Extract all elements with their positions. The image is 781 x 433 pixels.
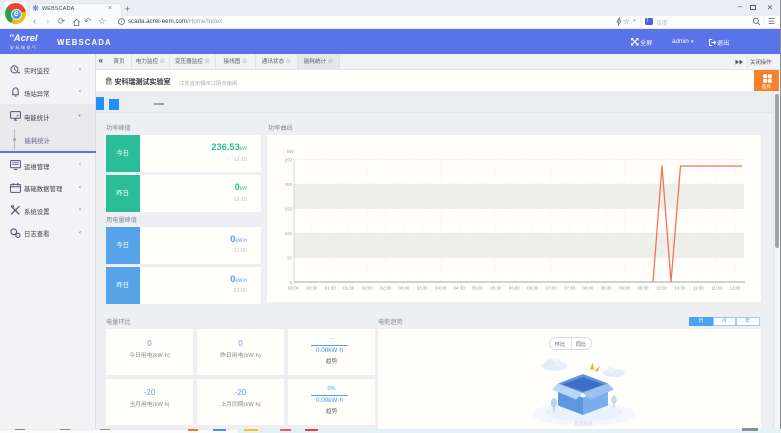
- svg-text:05:30: 05:30: [490, 285, 502, 290]
- svg-text:250: 250: [285, 157, 293, 162]
- svg-text:04:00: 04:00: [435, 285, 447, 290]
- svg-text:11:30: 11:30: [711, 285, 722, 290]
- svg-text:09:00: 09:00: [619, 285, 631, 290]
- svg-text:07:00: 07:00: [546, 285, 558, 290]
- svg-text:01:30: 01:30: [343, 285, 355, 290]
- svg-text:03:00: 03:00: [398, 285, 410, 290]
- svg-text:07:30: 07:30: [564, 285, 576, 290]
- svg-text:150: 150: [285, 206, 293, 211]
- svg-text:06:30: 06:30: [527, 285, 539, 290]
- svg-text:00:00: 00:00: [288, 285, 300, 290]
- svg-text:09:30: 09:30: [638, 285, 650, 290]
- svg-text:200: 200: [285, 181, 293, 186]
- svg-text:0: 0: [290, 279, 293, 284]
- svg-text:06:00: 06:00: [509, 285, 521, 290]
- svg-text:100: 100: [285, 230, 293, 235]
- svg-text:04:30: 04:30: [454, 285, 466, 290]
- svg-text:12:00: 12:00: [730, 285, 742, 290]
- svg-text:02:00: 02:00: [362, 285, 374, 290]
- svg-text:05:00: 05:00: [472, 285, 484, 290]
- svg-text:11:00: 11:00: [693, 285, 704, 290]
- svg-text:03:30: 03:30: [417, 285, 429, 290]
- svg-text:00:30: 00:30: [306, 285, 318, 290]
- svg-text:01:00: 01:00: [325, 285, 337, 290]
- svg-text:08:00: 08:00: [582, 285, 594, 290]
- svg-text:10:30: 10:30: [674, 285, 686, 290]
- svg-text:02:30: 02:30: [380, 285, 392, 290]
- svg-text:50: 50: [287, 255, 292, 260]
- svg-text:08:30: 08:30: [601, 285, 613, 290]
- svg-text:kW: kW: [287, 149, 294, 154]
- svg-text:10:00: 10:00: [656, 285, 668, 290]
